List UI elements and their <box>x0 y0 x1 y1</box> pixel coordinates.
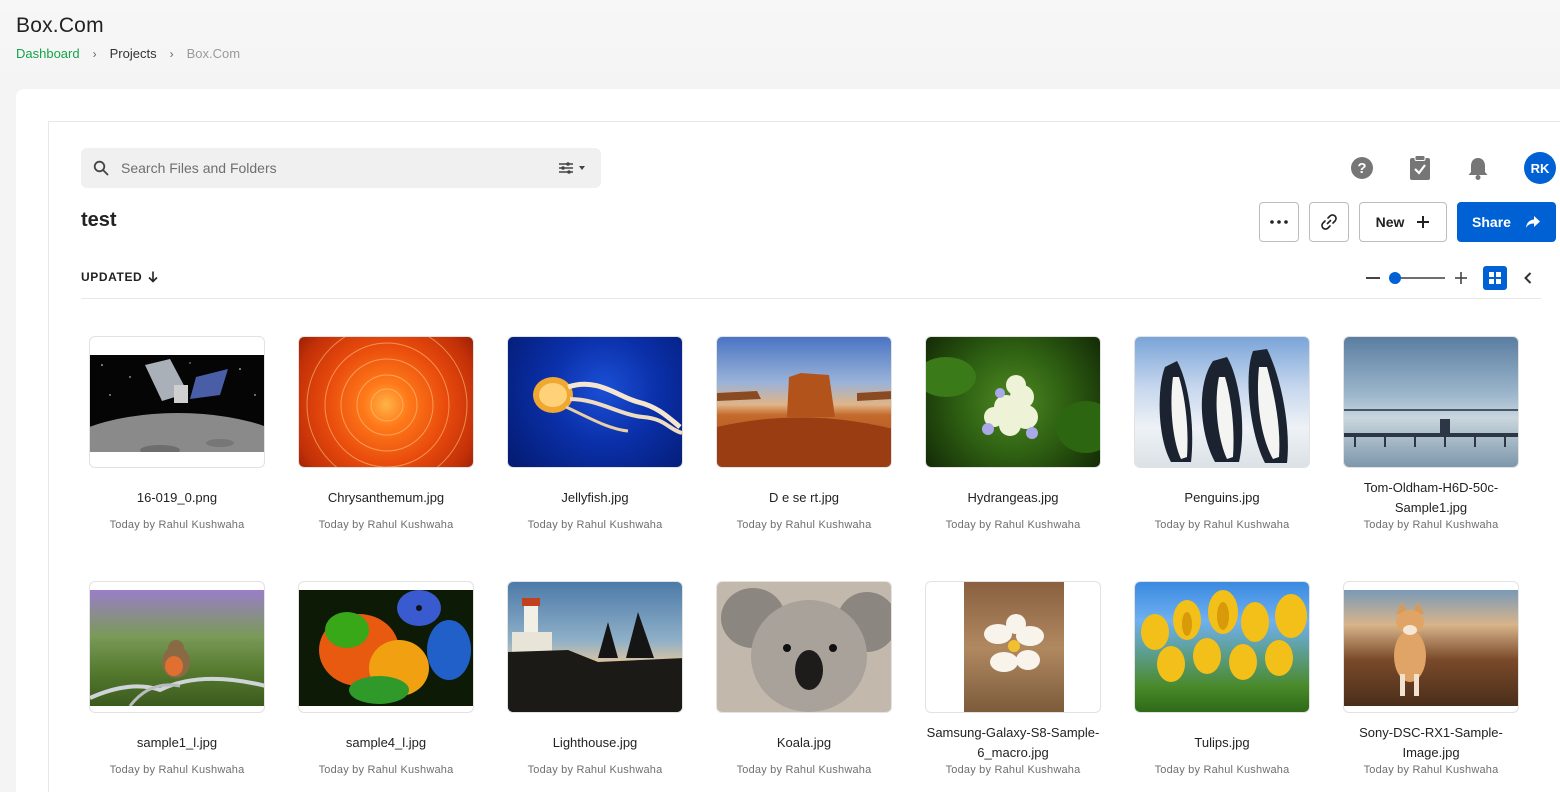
link-icon <box>1321 214 1337 230</box>
svg-text:?: ? <box>1357 160 1366 177</box>
header-divider <box>81 298 1541 299</box>
file-tile[interactable]: D e se rt.jpg Today by Rahul Kushwaha <box>716 336 892 531</box>
file-meta: Today by Rahul Kushwaha <box>736 519 872 531</box>
file-meta: Today by Rahul Kushwaha <box>527 519 663 531</box>
file-meta: Today by Rahul Kushwaha <box>1363 764 1499 776</box>
file-tile[interactable]: sample4_l.jpg Today by Rahul Kushwaha <box>298 581 474 776</box>
file-name[interactable]: Chrysanthemum.jpg <box>298 478 474 518</box>
breadcrumb-projects[interactable]: Projects <box>110 46 157 61</box>
user-avatar[interactable]: RK <box>1524 152 1556 184</box>
ellipsis-icon <box>1270 220 1288 224</box>
search-input[interactable] <box>121 148 541 188</box>
grid-view-toggle[interactable] <box>1483 266 1507 290</box>
breadcrumb-current: Box.Com <box>186 46 241 61</box>
chevron-right-icon: › <box>169 46 174 61</box>
file-thumbnail[interactable] <box>507 581 683 713</box>
arrow-down-icon <box>148 271 158 283</box>
chevron-right-icon: › <box>92 46 97 61</box>
file-meta: Today by Rahul Kushwaha <box>318 764 454 776</box>
breadcrumb-dashboard[interactable]: Dashboard <box>16 46 80 61</box>
file-name[interactable]: Sony-DSC-RX1-Sample-Image.jpg <box>1343 723 1519 763</box>
search-icon <box>93 160 109 176</box>
file-thumbnail[interactable] <box>716 336 892 468</box>
share-button-label: Share <box>1472 214 1511 230</box>
file-tile[interactable]: 16-019_0.png Today by Rahul Kushwaha <box>89 336 265 531</box>
sort-updated-button[interactable]: UPDATED <box>81 270 158 284</box>
file-name[interactable]: Tom-Oldham-H6D-50c-Sample1.jpg <box>1343 478 1519 518</box>
new-button[interactable]: New <box>1359 202 1447 242</box>
file-name[interactable]: 16-019_0.png <box>89 478 265 518</box>
file-tile[interactable]: Tulips.jpg Today by Rahul Kushwaha <box>1134 581 1310 776</box>
file-meta: Today by Rahul Kushwaha <box>1154 519 1290 531</box>
file-thumbnail[interactable] <box>1134 581 1310 713</box>
copy-link-button[interactable] <box>1309 202 1349 242</box>
file-meta: Today by Rahul Kushwaha <box>736 764 872 776</box>
zoom-out-icon[interactable] <box>1366 277 1380 279</box>
file-tile[interactable]: Hydrangeas.jpg Today by Rahul Kushwaha <box>925 336 1101 531</box>
breadcrumb: Dashboard › Projects › Box.Com <box>16 46 240 61</box>
file-tile[interactable]: Koala.jpg Today by Rahul Kushwaha <box>716 581 892 776</box>
file-thumbnail[interactable] <box>1343 581 1519 713</box>
zoom-in-icon[interactable] <box>1454 271 1468 285</box>
file-thumbnail[interactable] <box>1134 336 1310 468</box>
file-meta: Today by Rahul Kushwaha <box>109 764 245 776</box>
file-name[interactable]: sample4_l.jpg <box>298 723 474 763</box>
new-button-label: New <box>1375 214 1405 230</box>
file-meta: Today by Rahul Kushwaha <box>945 764 1081 776</box>
tasks-clipboard-icon[interactable] <box>1404 152 1436 184</box>
file-name[interactable]: Hydrangeas.jpg <box>925 478 1101 518</box>
file-tile[interactable]: Sony-DSC-RX1-Sample-Image.jpg Today by Ra… <box>1343 581 1519 776</box>
search-bar <box>81 148 601 188</box>
folder-title: test <box>81 209 117 231</box>
file-name[interactable]: Samsung-Galaxy-S8-Sample-6_macro.jpg <box>925 723 1101 763</box>
page-title: Box.Com <box>16 14 104 37</box>
chevron-left-icon[interactable] <box>1520 270 1536 286</box>
file-meta: Today by Rahul Kushwaha <box>1363 519 1499 531</box>
file-name[interactable]: Koala.jpg <box>716 723 892 763</box>
file-meta: Today by Rahul Kushwaha <box>318 519 454 531</box>
help-icon[interactable]: ? <box>1346 152 1378 184</box>
file-meta: Today by Rahul Kushwaha <box>945 519 1081 531</box>
file-tile[interactable]: Jellyfish.jpg Today by Rahul Kushwaha <box>507 336 683 531</box>
file-name[interactable]: Penguins.jpg <box>1134 478 1310 518</box>
page-header: Box.Com Dashboard › Projects › Box.Com <box>16 14 240 61</box>
file-meta: Today by Rahul Kushwaha <box>109 519 245 531</box>
file-thumbnail[interactable] <box>89 336 265 468</box>
file-tile[interactable]: Tom-Oldham-H6D-50c-Sample1.jpg Today by R… <box>1343 336 1519 531</box>
share-arrow-icon <box>1525 216 1540 228</box>
more-options-button[interactable] <box>1259 202 1299 242</box>
file-name[interactable]: Tulips.jpg <box>1134 723 1310 763</box>
share-button[interactable]: Share <box>1457 202 1556 242</box>
file-name[interactable]: Lighthouse.jpg <box>507 723 683 763</box>
file-tile[interactable]: Penguins.jpg Today by Rahul Kushwaha <box>1134 336 1310 531</box>
notifications-bell-icon[interactable] <box>1462 152 1494 184</box>
file-name[interactable]: Jellyfish.jpg <box>507 478 683 518</box>
file-thumbnail[interactable] <box>925 336 1101 468</box>
file-thumbnail[interactable] <box>716 581 892 713</box>
file-tile[interactable]: Chrysanthemum.jpg Today by Rahul Kushwaha <box>298 336 474 531</box>
file-name[interactable]: D e se rt.jpg <box>716 478 892 518</box>
file-thumbnail[interactable] <box>507 336 683 468</box>
file-meta: Today by Rahul Kushwaha <box>1154 764 1290 776</box>
file-name[interactable]: sample1_l.jpg <box>89 723 265 763</box>
file-thumbnail[interactable] <box>925 581 1101 713</box>
file-thumbnail[interactable] <box>89 581 265 713</box>
file-thumbnail[interactable] <box>298 336 474 468</box>
file-tile[interactable]: sample1_l.jpg Today by Rahul Kushwaha <box>89 581 265 776</box>
file-thumbnail[interactable] <box>1343 336 1519 468</box>
sort-label: UPDATED <box>81 270 143 284</box>
file-tile[interactable]: Lighthouse.jpg Today by Rahul Kushwaha <box>507 581 683 776</box>
file-meta: Today by Rahul Kushwaha <box>527 764 663 776</box>
zoom-slider-thumb[interactable] <box>1389 272 1401 284</box>
filter-options-icon[interactable] <box>557 160 589 176</box>
plus-icon <box>1417 216 1430 228</box>
file-thumbnail[interactable] <box>298 581 474 713</box>
file-tile[interactable]: Samsung-Galaxy-S8-Sample-6_macro.jpg Toda… <box>925 581 1101 776</box>
grid-icon <box>1489 272 1501 284</box>
